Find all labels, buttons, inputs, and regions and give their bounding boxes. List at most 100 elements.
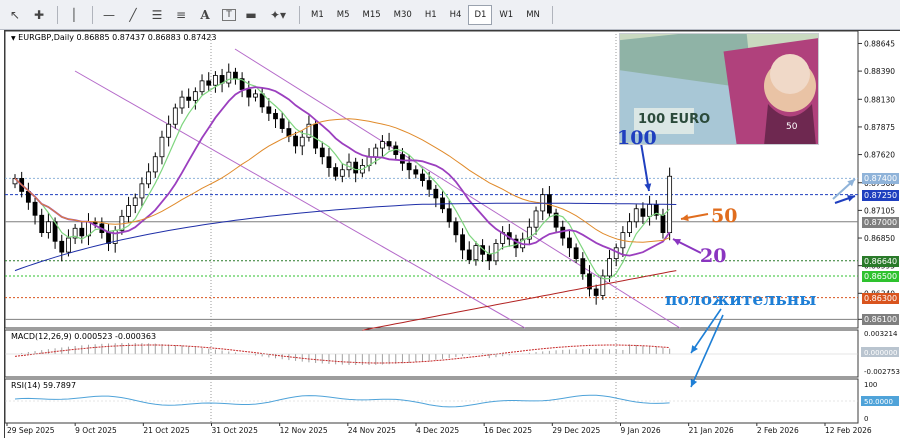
candle-bear (440, 197, 445, 210)
cursor-icon[interactable]: ↖ (4, 4, 26, 26)
annotation-note: положительны (665, 290, 817, 310)
rectangle-icon[interactable]: ▬ (240, 4, 262, 26)
candle-bull (172, 107, 178, 125)
timeframe-mn[interactable]: MN (520, 5, 546, 25)
time-axis-label: 31 Oct 2025 (211, 426, 258, 435)
candle-bull (607, 258, 612, 277)
chart-window[interactable]: 29 Sep 2025 9 Oct 2025 21 Oct 2025 31 Oct 2… (4, 30, 900, 438)
price-tag: 0.86640 (862, 255, 900, 267)
channel-icon[interactable]: ☰ (146, 4, 168, 26)
candle-bear (486, 253, 492, 262)
candle-bear (453, 221, 459, 236)
time-axis-label: 2 Feb 2026 (757, 426, 799, 435)
candle-bull (46, 221, 51, 234)
candle-bear (567, 237, 572, 249)
macd-axis-label: -0.002753 (864, 368, 900, 376)
toolbar-separator (92, 5, 93, 24)
toolbar-separator (57, 5, 58, 24)
candle-bull (339, 169, 345, 177)
time-axis-label: 4 Dec 2025 (416, 426, 459, 435)
candle-bear (400, 154, 405, 164)
time-axis-label: 24 Nov 2025 (348, 426, 396, 435)
candle-bear (39, 214, 45, 234)
text-tool-icon[interactable]: A (194, 4, 216, 26)
horizontal-line-icon[interactable]: — (98, 4, 120, 26)
candle-bull (533, 210, 539, 228)
price-tag: 0.86300 (862, 292, 900, 304)
toolbar-separator (299, 5, 300, 24)
timeframe-h4[interactable]: H4 (444, 5, 468, 25)
candle-bull (627, 221, 632, 234)
timeframe-m5[interactable]: M5 (331, 5, 356, 25)
candle-bear (466, 249, 472, 261)
timeframe-m30[interactable]: M30 (388, 5, 418, 25)
candle-bull (379, 141, 385, 149)
toolbar-separator (551, 5, 553, 24)
timeframe-m15[interactable]: M15 (357, 5, 387, 25)
candle-bear (59, 240, 65, 253)
candle-bull (152, 156, 158, 173)
trendline-icon[interactable]: ╱ (122, 4, 144, 26)
candle-bull (373, 147, 379, 158)
candle-bear (319, 147, 325, 158)
candle-bear (32, 201, 38, 216)
candle-bull (159, 136, 165, 158)
candle-bull (226, 71, 232, 84)
time-axis-label: 29 Sep 2025 (7, 426, 55, 435)
candle-bull (132, 197, 138, 206)
candle-bear (420, 173, 425, 181)
fibonacci-icon[interactable]: ≡ (170, 4, 192, 26)
price-tag: 0.87000 (862, 216, 900, 228)
candle-bull (66, 237, 71, 253)
candle-bear (593, 288, 599, 296)
timeframe-bar: M1 M5 M15 M30 H1 H4 D1 W1 MN (305, 4, 547, 25)
candle-bear (580, 258, 586, 275)
candle-bull (192, 91, 198, 101)
candle-bull (212, 75, 218, 86)
price-tag: 0.87250 (862, 189, 900, 201)
candle-bull (126, 205, 131, 217)
time-axis-label: 9 Jan 2026 (620, 426, 660, 435)
ohlc-values: 0.86885 0.87437 0.86883 0.87423 (76, 33, 217, 42)
candle-bear (273, 112, 278, 120)
price-axis-label: 0.86850 (864, 234, 895, 243)
candle-bear (279, 118, 285, 129)
header-triangle-icon: ▼ (11, 35, 16, 42)
candle-bear (246, 89, 252, 98)
candle-bear (386, 141, 392, 147)
candle-bear (660, 214, 666, 234)
macd-axis-label: 0.000000 (864, 349, 897, 357)
candle-bull (647, 204, 652, 217)
candle-bear (79, 227, 85, 237)
candle-bull (139, 183, 145, 199)
rsi-axis-label: 100 (864, 381, 877, 389)
price-tag: 0.86500 (862, 270, 900, 282)
timeframe-m1[interactable]: M1 (305, 5, 330, 25)
crosshair-icon[interactable]: ✚ (28, 4, 50, 26)
candle-bull (146, 171, 152, 185)
timeframe-w1[interactable]: W1 (493, 5, 519, 25)
candle-bull (633, 208, 639, 223)
vertical-line-icon[interactable]: │ (63, 4, 85, 26)
annotation-100: 100 (617, 127, 657, 149)
price-tag: 0.87400 (862, 173, 900, 185)
price-axis-label: 0.88390 (864, 67, 895, 76)
rsi-label: RSI(14) 59.7897 (11, 381, 77, 390)
symbol-label: EURGBP,Daily (18, 33, 74, 42)
candle-bear (406, 162, 412, 171)
timeframe-d1[interactable]: D1 (468, 4, 493, 25)
price-axis-label: 0.87620 (864, 151, 895, 160)
time-axis-label: 21 Oct 2025 (143, 426, 190, 435)
candle-bear (266, 106, 272, 114)
candle-bear (259, 93, 265, 108)
text-label-icon[interactable]: T (222, 8, 236, 21)
price-axis-label: 0.88645 (864, 39, 895, 48)
rsi-axis-label: 0 (864, 415, 868, 423)
candle-bear (326, 156, 332, 168)
shapes-dropdown-icon[interactable]: ✦▾ (264, 4, 292, 26)
banknote-text: 100 EURO (638, 112, 711, 127)
candle-bull (166, 123, 172, 138)
macd-axis-label: 0.003214 (864, 330, 898, 338)
timeframe-h1[interactable]: H1 (419, 5, 443, 25)
candle-bear (460, 234, 465, 251)
